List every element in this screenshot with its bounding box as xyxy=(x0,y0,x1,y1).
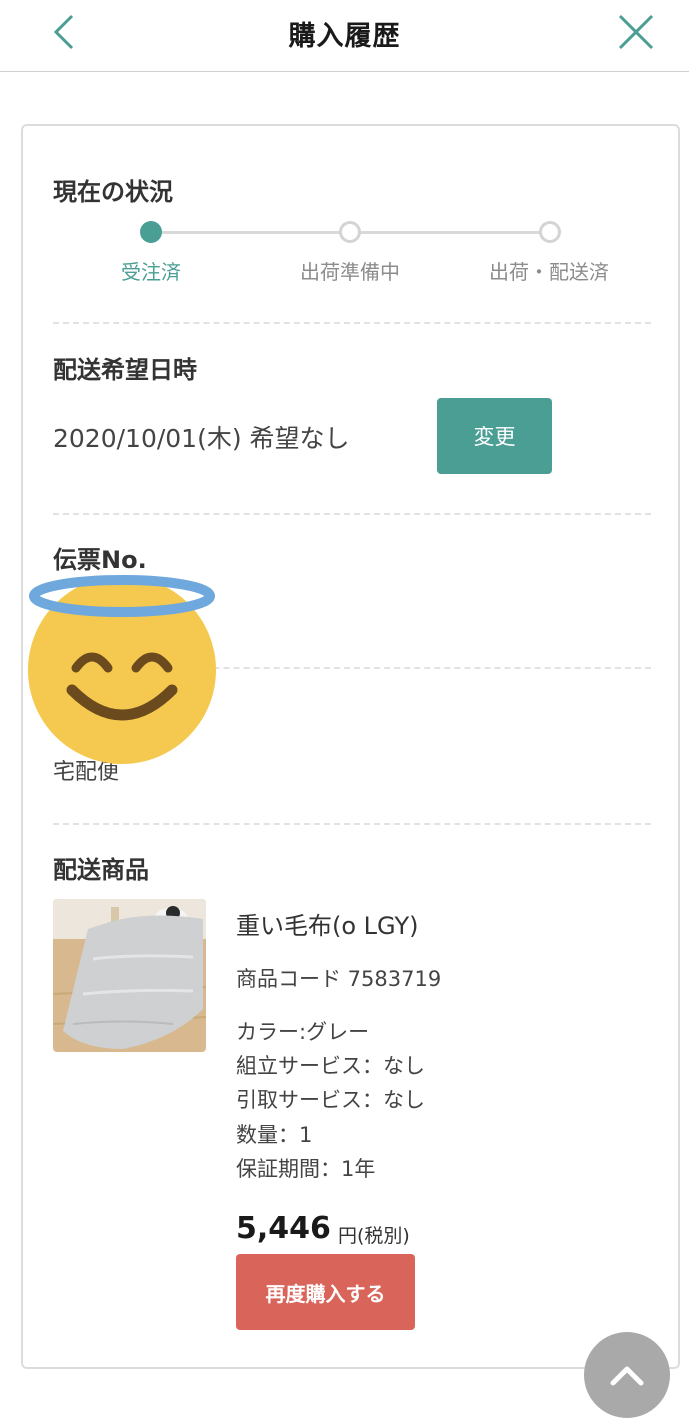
app-header: 購入履歴 xyxy=(0,0,689,72)
chevron-up-icon xyxy=(610,1366,644,1386)
close-icon xyxy=(618,14,654,50)
section-divider xyxy=(53,513,651,515)
product-section-title: 配送商品 xyxy=(53,856,149,884)
step-dot-preparing xyxy=(339,221,361,243)
section-divider xyxy=(53,322,651,324)
step-dot-shipped xyxy=(539,221,561,243)
product-code: 商品コード 7583719 xyxy=(236,967,442,991)
product-attribute: 保証期間：1年 xyxy=(236,1157,376,1181)
step-label-shipped: 出荷・配送済 xyxy=(489,260,609,284)
blanket-photo-icon xyxy=(53,899,206,1052)
rebuy-button[interactable]: 再度購入する xyxy=(236,1254,415,1330)
product-name[interactable]: 重い毛布(o LGY) xyxy=(236,906,418,941)
product-image[interactable] xyxy=(53,899,206,1052)
page-title: 購入履歴 xyxy=(288,21,401,52)
delivery-date-value: 2020/10/01(木) 希望なし xyxy=(53,424,350,453)
step-label-ordered: 受注済 xyxy=(121,260,181,284)
section-divider xyxy=(53,823,651,825)
scroll-to-top-button[interactable] xyxy=(584,1332,670,1418)
product-attribute: カラー:グレー xyxy=(236,1020,370,1044)
step-dot-ordered xyxy=(140,221,162,243)
smiling-face-with-halo-icon xyxy=(26,568,222,764)
price-unit: 円(税別) xyxy=(338,1225,410,1247)
product-attribute: 引取サービス：なし xyxy=(236,1088,425,1112)
change-delivery-button[interactable]: 変更 xyxy=(437,398,552,474)
step-label-preparing: 出荷準備中 xyxy=(300,260,400,284)
close-button[interactable] xyxy=(612,8,660,56)
product-price: 5,446 xyxy=(236,1211,331,1246)
product-attribute: 組立サービス：なし xyxy=(236,1054,425,1078)
product-attribute: 数量：1 xyxy=(236,1123,313,1147)
delivery-section-title: 配送希望日時 xyxy=(53,356,197,384)
status-section-title: 現在の状況 xyxy=(53,178,173,206)
